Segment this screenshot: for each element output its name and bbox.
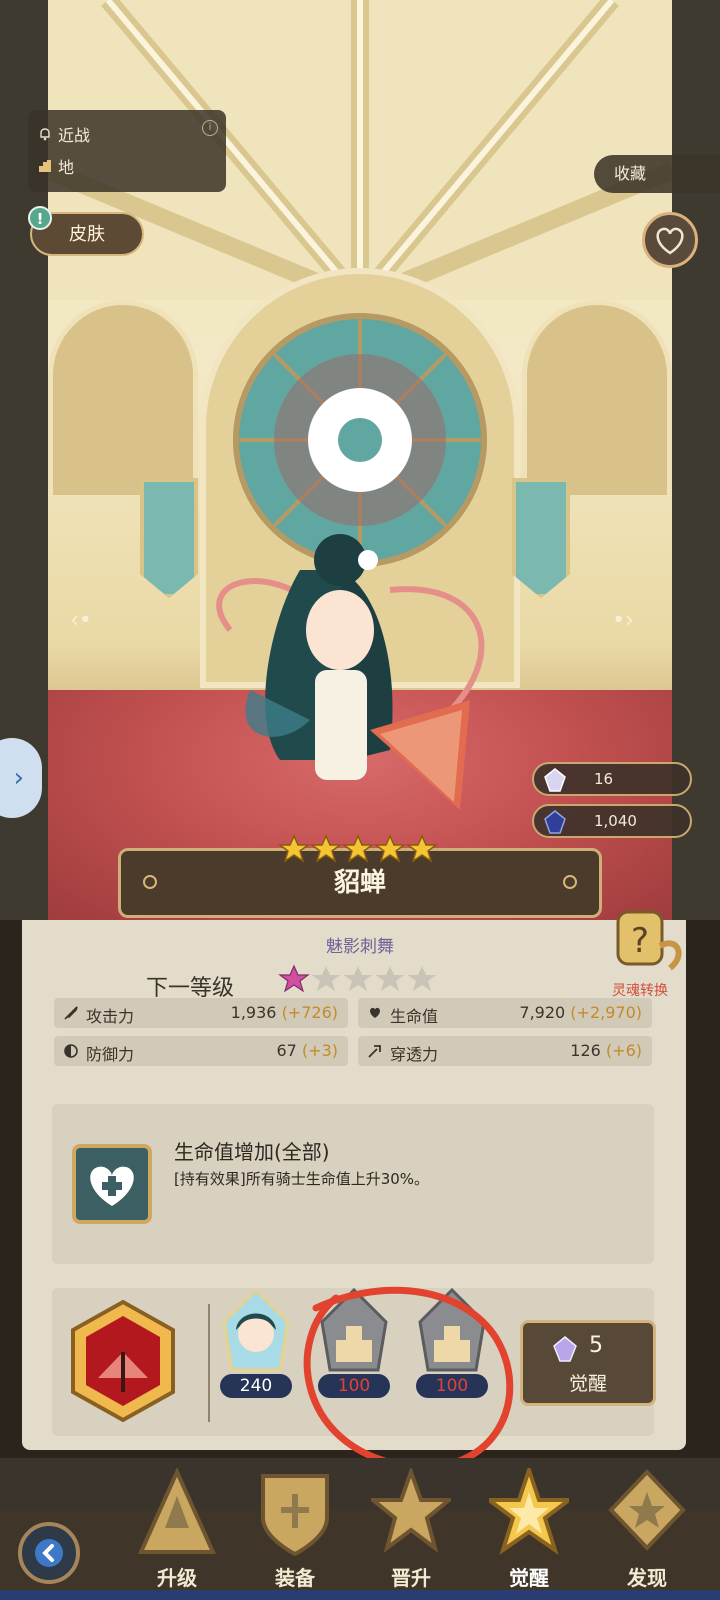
effect-title: 生命值增加(全部) <box>174 1140 330 1164</box>
stat-base: 7,920 <box>519 1003 566 1022</box>
back-arrow-icon <box>35 1539 63 1567</box>
hero-type-info[interactable]: 近战 地 i <box>28 110 226 192</box>
stat-label: 生命值 <box>390 1007 439 1026</box>
stat-base: 67 <box>276 1041 297 1060</box>
material-count: 240 <box>220 1374 292 1398</box>
hp-boost-effect-icon <box>72 1144 152 1224</box>
pierce-icon <box>368 1045 381 1058</box>
nav-discover[interactable]: 发现 <box>592 1468 702 1598</box>
nav-label: 装备 <box>275 1566 315 1590</box>
red-circle-annotation <box>303 1286 514 1471</box>
attack-type-row: 近战 <box>38 122 90 146</box>
earth-element-icon <box>39 160 51 172</box>
element-row: 地 <box>38 154 74 178</box>
nav-label: 升级 <box>157 1566 197 1590</box>
hero-portrait-icon <box>222 1287 290 1372</box>
stat-bonus: (+3) <box>301 1041 338 1060</box>
awaken-button[interactable]: 5 觉醒 <box>520 1320 656 1406</box>
section-divider <box>208 1304 210 1422</box>
nav-promote[interactable]: 晋升 <box>356 1468 466 1598</box>
system-bar-strip <box>0 1590 720 1600</box>
attack-type-label: 近战 <box>58 126 91 145</box>
upgrade-icon <box>137 1468 217 1554</box>
svg-text:?: ? <box>631 921 649 961</box>
star-empty-icon <box>408 966 436 991</box>
stat-hp: 生命值 7,920 (+2,970) <box>358 998 652 1028</box>
stat-attack: 攻击力 1,936 (+726) <box>54 998 348 1028</box>
crystal-currency: 16 <box>532 762 692 796</box>
stat-value: 126 (+6) <box>570 1041 642 1060</box>
stat-bonus: (+6) <box>605 1041 642 1060</box>
star-empty-icon <box>344 966 372 991</box>
previous-hero-tab[interactable]: › <box>0 738 42 818</box>
nav-label: 晋升 <box>391 1566 431 1590</box>
awaken-cost: 5 <box>589 1333 603 1358</box>
favorite-button[interactable] <box>642 212 698 268</box>
stat-value: 67 (+3) <box>276 1041 338 1060</box>
hero-rarity-stars <box>278 834 438 863</box>
stat-label: 攻击力 <box>86 1007 135 1026</box>
awaken-icon <box>489 1468 569 1555</box>
promote-icon <box>371 1468 451 1554</box>
sapphire-icon <box>544 810 566 834</box>
next-hero-arrow-icon[interactable]: •› <box>606 606 640 636</box>
crystal-count: 16 <box>594 770 614 788</box>
star-icon <box>309 834 343 863</box>
left-side-arch <box>48 300 198 500</box>
discover-icon <box>608 1469 686 1551</box>
back-button[interactable] <box>18 1522 80 1584</box>
sapphire-currency: 1,040 <box>532 804 692 838</box>
plate-ornament-icon <box>563 875 577 889</box>
star-icon <box>405 834 438 863</box>
star-icon <box>278 834 311 863</box>
stat-label: 防御力 <box>86 1045 135 1064</box>
crystal-icon <box>544 768 566 792</box>
star-icon <box>278 964 310 993</box>
stat-value: 7,920 (+2,970) <box>519 1003 642 1022</box>
star-icon <box>373 834 407 863</box>
star-empty-icon <box>376 966 404 991</box>
next-level-stars <box>278 964 436 993</box>
favorite-label: 收藏 <box>594 155 720 193</box>
stat-value: 1,936 (+726) <box>231 1003 338 1022</box>
awaken-button-label: 觉醒 <box>568 1373 607 1395</box>
hero-detail-screen: 近战 地 i 皮肤 ! 收藏 › ‹• •› 16 1,040 貂蝉 魅影刺舞 … <box>0 0 720 1600</box>
spirit-swap-label[interactable]: 灵魂转换 <box>612 980 668 1000</box>
heart-outline-icon <box>656 227 684 255</box>
heart-icon <box>370 1007 380 1018</box>
equipment-icon <box>261 1474 329 1557</box>
nav-upgrade[interactable]: 升级 <box>122 1468 232 1598</box>
right-banner <box>512 478 570 598</box>
stat-base: 126 <box>570 1041 601 1060</box>
stat-label: 穿透力 <box>390 1045 439 1064</box>
effect-description: [持有效果]所有骑士生命值上升30%。 <box>174 1170 430 1188</box>
stat-bonus: (+726) <box>281 1003 338 1022</box>
material-slot-hero[interactable]: 240 <box>216 1286 296 1398</box>
element-label: 地 <box>58 158 75 177</box>
sapphire-count: 1,040 <box>594 812 637 830</box>
fan-emblem-icon[interactable] <box>58 1296 188 1426</box>
crystal-icon <box>553 1336 577 1362</box>
sword-icon <box>64 1006 78 1020</box>
spirit-swap-icon[interactable]: ? <box>608 906 688 988</box>
nav-label: 觉醒 <box>509 1566 549 1590</box>
shield-icon <box>64 1044 78 1058</box>
stat-defense: 防御力 67 (+3) <box>54 1036 348 1066</box>
info-icon[interactable]: i <box>202 120 218 136</box>
right-side-arch <box>522 300 672 500</box>
nav-label: 发现 <box>627 1566 667 1590</box>
stat-penetration: 穿透力 126 (+6) <box>358 1036 652 1066</box>
nav-equipment[interactable]: 装备 <box>240 1468 350 1598</box>
stat-base: 1,936 <box>230 1003 277 1022</box>
stat-bonus: (+2,970) <box>570 1003 642 1022</box>
notification-icon: ! <box>28 206 52 230</box>
star-empty-icon <box>312 966 340 991</box>
bell-icon <box>40 128 50 141</box>
prev-hero-arrow-icon[interactable]: ‹• <box>64 606 98 636</box>
nav-awaken[interactable]: 觉醒 <box>474 1468 584 1598</box>
hero-character-sprite <box>216 534 485 810</box>
star-icon <box>341 834 375 863</box>
